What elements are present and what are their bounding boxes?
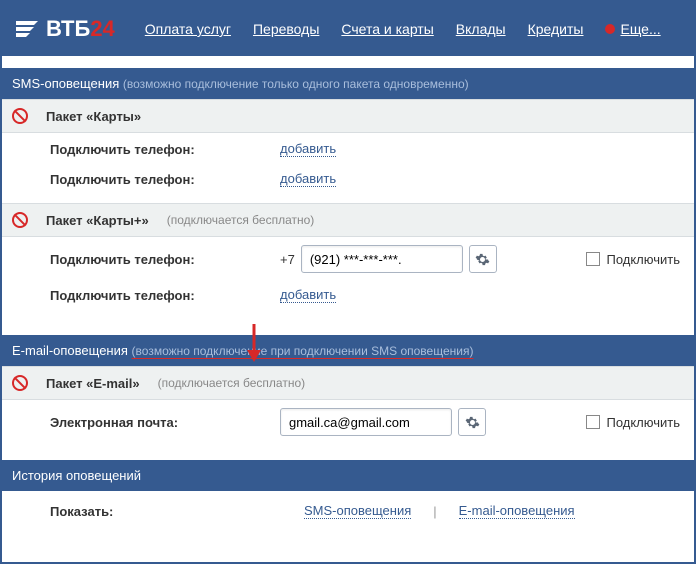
email-label: Электронная почта: [50, 415, 280, 430]
logo-suffix: 24 [90, 16, 114, 42]
divider: | [433, 504, 436, 519]
pkg-email-row: Электронная почта: Подключить [2, 400, 694, 442]
pkg-email-header: Пакет «E-mail» (подключается бесплатно) [2, 366, 694, 400]
pkg-cards-plus-phone-row-2: Подключить телефон: добавить [2, 279, 694, 309]
nav-pay[interactable]: Оплата услуг [145, 21, 231, 37]
sms-section-header: SMS-оповещения (возможно подключение тол… [2, 68, 694, 99]
connect-checkbox[interactable] [586, 415, 600, 429]
history-email-link[interactable]: E-mail-оповещения [459, 503, 575, 519]
history-links: SMS-оповещения | E-mail-оповещения [304, 503, 575, 519]
add-phone-link[interactable]: добавить [280, 141, 336, 157]
phone-settings-button[interactable] [469, 245, 497, 273]
history-show-label: Показать: [50, 504, 280, 519]
history-section-title: История оповещений [12, 468, 141, 483]
phone-label: Подключить телефон: [50, 172, 280, 187]
main-nav: Оплата услуг Переводы Счета и карты Вкла… [145, 21, 661, 37]
connect-checkbox[interactable] [586, 252, 600, 266]
phone-label: Подключить телефон: [50, 288, 280, 303]
pkg-cards-plus-phone-row-1: Подключить телефон: +7 Подключить [2, 237, 694, 279]
email-input[interactable] [280, 408, 452, 436]
history-body: Показать: SMS-оповещения | E-mail-оповещ… [2, 491, 694, 529]
connect-checkbox-group: Подключить [586, 252, 684, 267]
nav-accounts[interactable]: Счета и карты [341, 21, 433, 37]
pkg-email-note: (подключается бесплатно) [158, 376, 306, 390]
disabled-icon [12, 108, 28, 124]
pkg-cards-plus-header: Пакет «Карты+» (подключается бесплатно) [2, 203, 694, 237]
pkg-cards-header: Пакет «Карты» [2, 99, 694, 133]
add-phone-link[interactable]: добавить [280, 171, 336, 187]
pkg-cards-phone-row-1: Подключить телефон: добавить [2, 133, 694, 163]
history-sms-link[interactable]: SMS-оповещения [304, 503, 411, 519]
email-section-header: E-mail-оповещения (возможно подключение … [2, 335, 694, 366]
logo: ВТБ24 [14, 16, 115, 42]
nav-more-link[interactable]: Еще... [620, 21, 660, 37]
nav-credits[interactable]: Кредиты [528, 21, 584, 37]
phone-label: Подключить телефон: [50, 142, 280, 157]
connect-checkbox-group: Подключить [586, 415, 684, 430]
connect-label: Подключить [606, 252, 680, 267]
phone-input[interactable] [301, 245, 463, 273]
logo-text: ВТБ [46, 16, 90, 42]
gear-icon [475, 252, 490, 267]
email-section-title: E-mail-оповещения [12, 343, 128, 358]
gear-icon [465, 415, 480, 430]
annotation-arrow-icon [244, 322, 264, 362]
pkg-cards-phone-row-2: Подключить телефон: добавить [2, 163, 694, 193]
nav-more[interactable]: Еще... [605, 21, 660, 37]
email-settings-button[interactable] [458, 408, 486, 436]
sms-section-note: (возможно подключение только одного паке… [123, 77, 469, 91]
app-header: ВТБ24 Оплата услуг Переводы Счета и карт… [2, 2, 694, 56]
phone-input-group: +7 [280, 245, 497, 273]
sms-section-title: SMS-оповещения [12, 76, 119, 91]
disabled-icon [12, 375, 28, 391]
nav-deposits[interactable]: Вклады [456, 21, 506, 37]
email-section-note: (возможно подключение при подключении SM… [132, 344, 474, 358]
history-section-header: История оповещений [2, 460, 694, 491]
logo-icon [14, 18, 42, 40]
pkg-cards-plus-note: (подключается бесплатно) [167, 213, 315, 227]
notification-badge [605, 24, 615, 34]
phone-prefix: +7 [280, 252, 295, 267]
connect-label: Подключить [606, 415, 680, 430]
pkg-cards-title: Пакет «Карты» [46, 109, 141, 124]
disabled-icon [12, 212, 28, 228]
nav-transfers[interactable]: Переводы [253, 21, 319, 37]
email-input-group [280, 408, 486, 436]
add-phone-link[interactable]: добавить [280, 287, 336, 303]
phone-label: Подключить телефон: [50, 252, 280, 267]
pkg-email-title: Пакет «E-mail» [46, 376, 140, 391]
pkg-cards-plus-title: Пакет «Карты+» [46, 213, 149, 228]
